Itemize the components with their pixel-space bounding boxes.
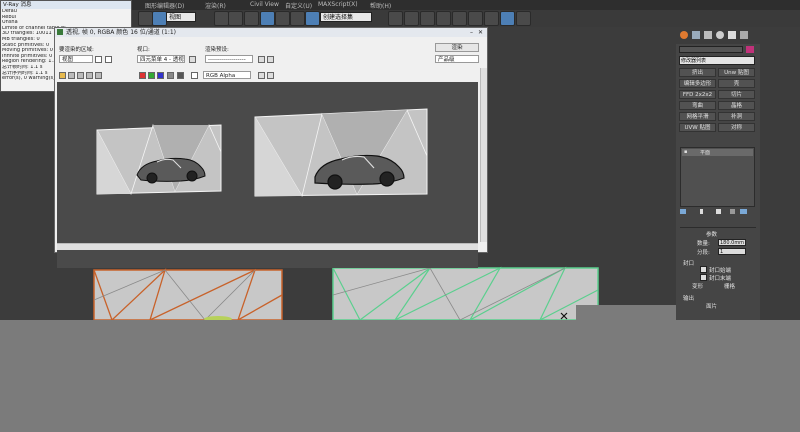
object-color-swatch[interactable] (746, 46, 754, 53)
settings-icon[interactable] (267, 56, 274, 63)
output-group-label: 输出 (683, 296, 695, 302)
segments-field[interactable]: 1 (718, 248, 746, 255)
remove-modifier-icon[interactable] (730, 209, 735, 214)
modifier-button[interactable]: UVW 贴图 (679, 123, 716, 132)
modifier-button[interactable]: 壳 (718, 79, 755, 88)
color-swatch[interactable] (191, 72, 198, 79)
amount-label: 数量: (697, 241, 710, 247)
command-panel-tabs (676, 27, 800, 44)
app-icon (57, 29, 63, 35)
expand-icon[interactable]: ▪ (684, 149, 687, 155)
clear-icon[interactable] (95, 72, 102, 79)
render-button[interactable]: 渲染 (435, 43, 479, 52)
red-channel-icon[interactable] (139, 72, 146, 79)
modifier-button[interactable]: 网格平滑 (679, 112, 716, 121)
close-icon[interactable]: ✕ (478, 28, 483, 37)
mono-icon[interactable] (177, 72, 184, 79)
auto-region-icon[interactable] (105, 56, 112, 63)
display-tab-icon[interactable] (728, 31, 736, 39)
save-image-icon[interactable] (59, 72, 66, 79)
cap-end-label: 封口末端 (709, 276, 732, 282)
modifier-button[interactable]: 晶格 (718, 101, 755, 110)
render-panel-right (254, 108, 428, 198)
modifier-stack[interactable]: ▪ 平面 (680, 147, 755, 207)
channel-select[interactable]: RGB Alpha (203, 71, 251, 79)
show-end-result-icon[interactable] (700, 209, 703, 214)
make-unique-icon[interactable] (716, 209, 721, 214)
object-name-field[interactable] (679, 46, 743, 53)
modifier-button[interactable]: 补洞 (718, 112, 755, 121)
render-canvas[interactable] (57, 82, 478, 268)
modifier-button[interactable]: Unw 贴图 (718, 68, 755, 77)
render-panel-left (96, 123, 222, 196)
modifier-button[interactable]: 编辑多边形 (679, 79, 716, 88)
stack-item[interactable]: ▪ 平面 (682, 149, 753, 156)
print-icon[interactable] (86, 72, 93, 79)
cap-end-checkbox[interactable] (700, 274, 707, 281)
motion-tab-icon[interactable] (716, 31, 724, 39)
area-label: 要渲染的区域: (59, 47, 94, 53)
copy-image-icon[interactable] (68, 72, 75, 79)
extruded-shape-right[interactable] (332, 266, 599, 320)
vertical-scrollbar[interactable] (480, 68, 487, 242)
production-select[interactable]: 产品级 (435, 55, 479, 63)
minimize-icon[interactable]: – (470, 28, 473, 37)
preset-save-icon[interactable] (258, 56, 265, 63)
frame-window-title: 透视, 帧 0, RGBA 颜色 16 位/通道 (1:1) – ✕ (55, 28, 487, 37)
morph-radio[interactable]: 变形 (692, 282, 703, 290)
blue-channel-icon[interactable] (157, 72, 164, 79)
utilities-tab-icon[interactable] (740, 31, 748, 39)
create-tab-icon[interactable] (680, 31, 688, 39)
amount-field[interactable]: 180.0mm (718, 239, 746, 246)
horizontal-scrollbar[interactable] (57, 243, 478, 250)
preset-select[interactable]: ------------------- (205, 55, 253, 63)
rendered-frame-window: 透视, 帧 0, RGBA 颜色 16 位/通道 (1:1) – ✕ 要渲染的区… (54, 27, 488, 268)
modifier-button[interactable]: 切片 (718, 90, 755, 99)
toggle-overlay-icon[interactable] (267, 72, 274, 79)
toggle-ui-icon[interactable] (258, 72, 265, 79)
pin-stack-icon[interactable] (680, 209, 686, 214)
extruded-shape-left[interactable] (93, 267, 283, 320)
viewport-label: 视口: (137, 47, 150, 53)
panel-scroll-area (760, 44, 800, 320)
rollout-title[interactable]: 参数 (706, 230, 717, 238)
segments-label: 分段: (697, 250, 710, 256)
lower-area (0, 320, 800, 432)
render-overlay (576, 305, 676, 320)
modifier-button[interactable]: 对称 (718, 123, 755, 132)
hierarchy-tab-icon[interactable] (704, 31, 712, 39)
edit-region-icon[interactable] (95, 56, 102, 63)
configure-modifier-sets-icon[interactable] (740, 209, 747, 214)
capping-group-label: 封口 (683, 261, 695, 267)
alpha-channel-icon[interactable] (167, 72, 174, 79)
cap-start-label: 封口始端 (709, 268, 732, 274)
modifier-button[interactable]: 弯曲 (679, 101, 716, 110)
modifier-button[interactable]: FFD 2x2x2 (679, 90, 716, 99)
modifier-list-dropdown[interactable]: 修改器列表 (679, 56, 755, 65)
grid-radio[interactable]: 栅格 (724, 282, 735, 290)
clone-window-icon[interactable] (77, 72, 84, 79)
viewport-select[interactable]: 四元菜单 4 - 透视 (137, 55, 185, 63)
area-select[interactable]: 视图 (59, 55, 93, 63)
modifier-button[interactable]: 挤出 (679, 68, 716, 77)
patch-radio[interactable]: 面片 (706, 302, 717, 310)
green-channel-icon[interactable] (148, 72, 155, 79)
cap-start-checkbox[interactable] (700, 266, 707, 273)
parameters-rollout: 参数 数量: 180.0mm 分段: 1 封口 封口始端 封口末端 变形 栅格 … (680, 227, 756, 321)
lock-icon[interactable] (189, 56, 196, 63)
modify-tab-icon[interactable] (692, 31, 700, 39)
command-panel: 修改器列表 挤出 Unw 贴图 编辑多边形 壳 FFD 2x2x2 切片 弯曲 … (676, 44, 760, 320)
preset-label: 渲染预设: (205, 47, 229, 53)
rendered-image (96, 108, 428, 198)
log-window-title: V-Ray 消息 (1, 1, 131, 9)
